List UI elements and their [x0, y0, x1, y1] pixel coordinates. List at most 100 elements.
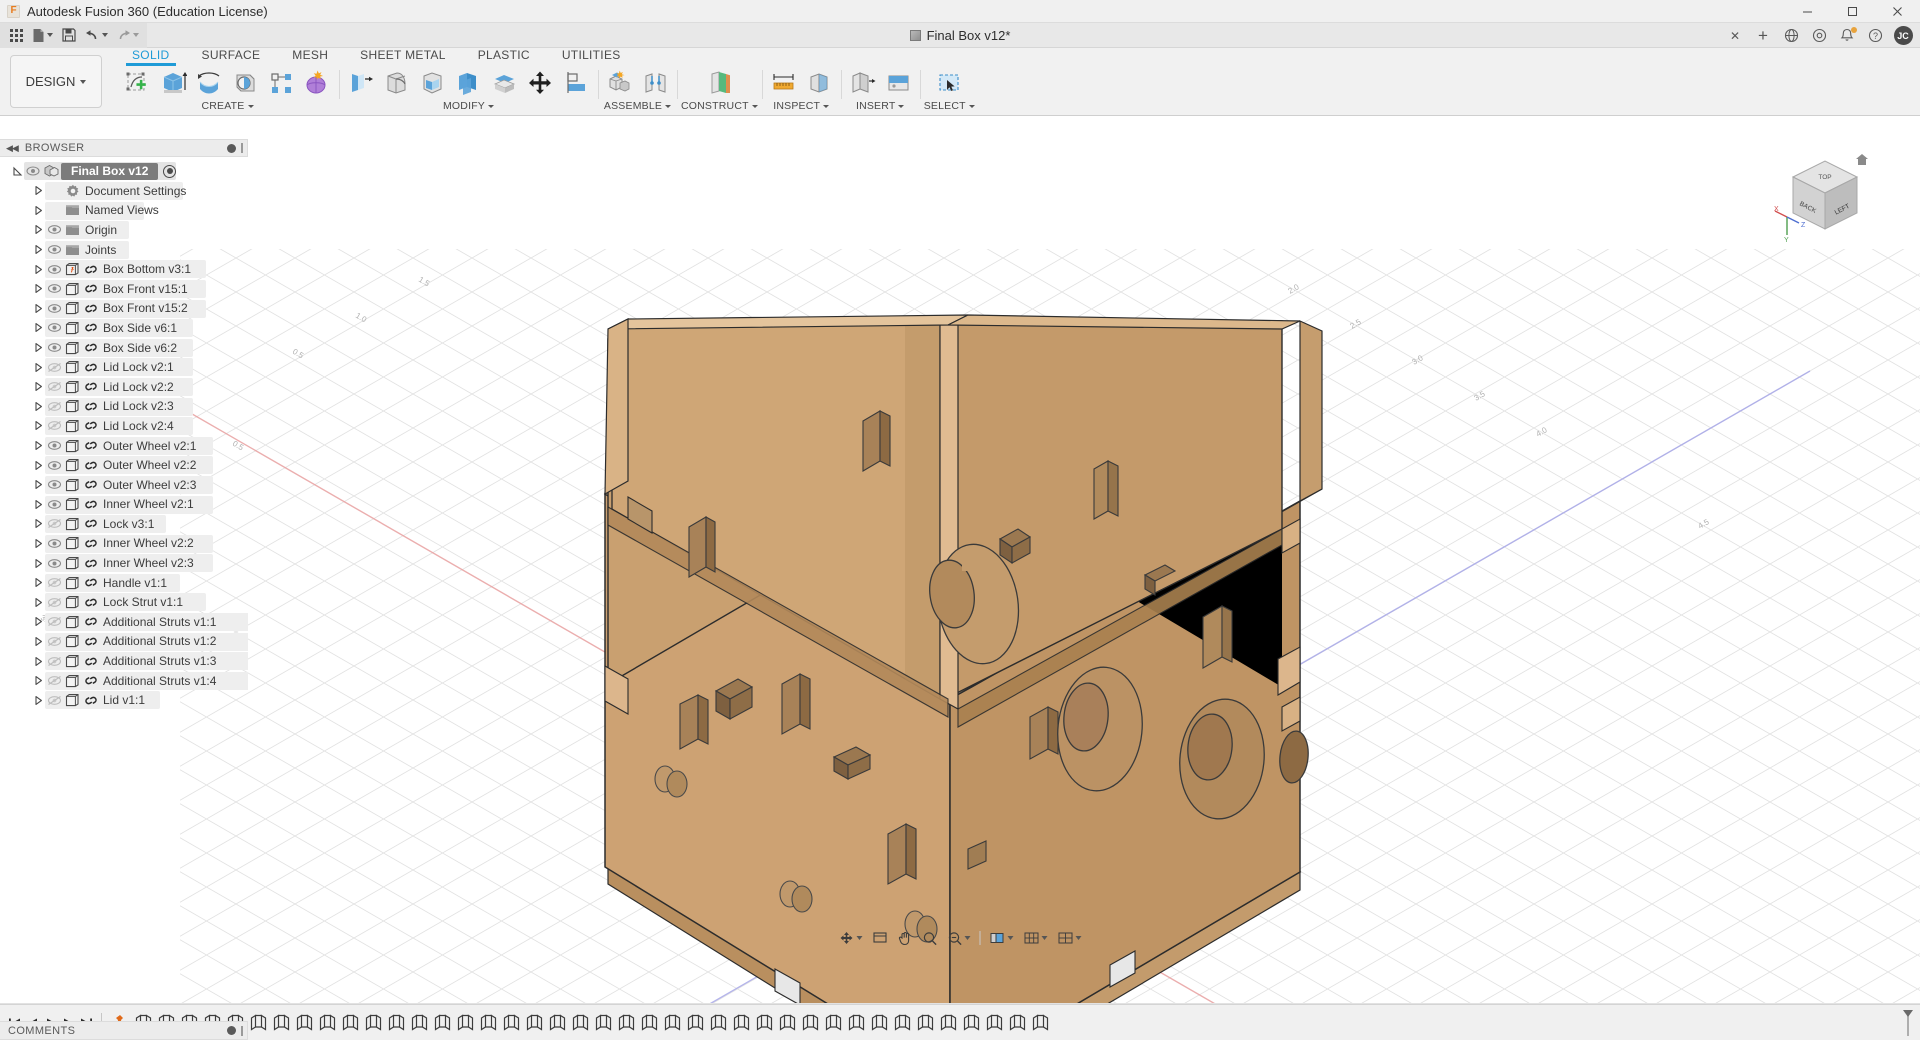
- timeline-feature-node[interactable]: [799, 1011, 822, 1035]
- ribbon-group-label-modify[interactable]: MODIFY: [443, 100, 495, 113]
- offset-face-icon[interactable]: [487, 67, 522, 100]
- expand-triangle-icon[interactable]: [31, 322, 45, 333]
- pattern-icon[interactable]: [264, 67, 299, 100]
- visibility-eye-icon[interactable]: [45, 460, 63, 471]
- close-button[interactable]: [1875, 0, 1920, 23]
- expand-triangle-icon[interactable]: [31, 695, 45, 706]
- panel-grip[interactable]: [241, 143, 243, 153]
- timeline-feature-node[interactable]: [638, 1011, 661, 1035]
- shell-icon[interactable]: [415, 67, 450, 100]
- visibility-eye-icon[interactable]: [45, 224, 63, 235]
- expand-triangle-icon[interactable]: [31, 420, 45, 431]
- align-icon[interactable]: [559, 67, 594, 100]
- insert-canvas-icon[interactable]: [881, 67, 916, 100]
- expand-triangle-icon[interactable]: [31, 440, 45, 451]
- timeline-feature-node[interactable]: [615, 1011, 638, 1035]
- tree-item-box-side-v6-2[interactable]: Box Side v6:2: [0, 338, 248, 358]
- expand-triangle-icon[interactable]: [31, 205, 45, 216]
- orbit-icon[interactable]: [835, 927, 867, 949]
- visibility-eye-icon[interactable]: [24, 166, 42, 176]
- question-icon[interactable]: ?: [1862, 23, 1888, 48]
- display-settings-icon[interactable]: [869, 927, 892, 949]
- tree-item-box-side-v6-1[interactable]: Box Side v6:1: [0, 318, 248, 338]
- create-sketch-icon[interactable]: [120, 67, 155, 100]
- browser-options-icon[interactable]: [227, 143, 236, 153]
- visibility-eye-off-icon[interactable]: [45, 401, 63, 412]
- tree-item-joints[interactable]: Joints: [0, 240, 248, 260]
- tree-item-box-front-v15-2[interactable]: Box Front v15:2: [0, 299, 248, 319]
- viewports-icon[interactable]: [1054, 927, 1086, 949]
- document-tab[interactable]: Final Box v12*: [898, 23, 1023, 48]
- activate-component-radio[interactable]: [163, 164, 177, 178]
- minimize-button[interactable]: [1785, 0, 1830, 23]
- visibility-eye-off-icon[interactable]: [45, 420, 63, 431]
- timeline-feature-node[interactable]: [937, 1011, 960, 1035]
- expand-triangle-icon[interactable]: [31, 656, 45, 667]
- tree-item-lock-strut-v1-1[interactable]: Lock Strut v1:1: [0, 592, 248, 612]
- expand-triangle-icon[interactable]: [31, 303, 45, 314]
- expand-triangle-icon[interactable]: [31, 577, 45, 588]
- timeline-feature-node[interactable]: [868, 1011, 891, 1035]
- measure-icon[interactable]: [766, 67, 801, 100]
- expand-triangle-icon[interactable]: [31, 597, 45, 608]
- draft-icon[interactable]: [451, 67, 486, 100]
- timeline-feature-node[interactable]: [730, 1011, 753, 1035]
- globe-icon[interactable]: [1778, 23, 1804, 48]
- expand-triangle-icon[interactable]: [31, 616, 45, 627]
- timeline-feature-node[interactable]: [385, 1011, 408, 1035]
- ribbon-group-label-inspect[interactable]: INSPECT: [773, 100, 830, 113]
- visibility-eye-icon[interactable]: [45, 499, 63, 510]
- visibility-eye-off-icon[interactable]: [45, 656, 63, 667]
- timeline-end-marker[interactable]: [1902, 1009, 1914, 1036]
- expand-triangle-icon[interactable]: [31, 460, 45, 471]
- visibility-eye-icon[interactable]: [45, 558, 63, 569]
- collapse-panel-icon[interactable]: ◀◀: [6, 143, 19, 154]
- tree-item-origin[interactable]: Origin: [0, 220, 248, 240]
- timeline-feature-node[interactable]: [707, 1011, 730, 1035]
- tab-mesh[interactable]: MESH: [276, 48, 344, 63]
- timeline-feature-node[interactable]: [500, 1011, 523, 1035]
- timeline-feature-node[interactable]: [845, 1011, 868, 1035]
- tree-item-outer-wheel-v2-1[interactable]: Outer Wheel v2:1: [0, 436, 248, 456]
- insert-derive-icon[interactable]: [845, 67, 880, 100]
- joint-icon[interactable]: [638, 67, 673, 100]
- zoom-icon[interactable]: [919, 927, 942, 949]
- tree-item-box-bottom-v3-1[interactable]: Box Bottom v3:1: [0, 259, 248, 279]
- press-pull-icon[interactable]: [343, 67, 378, 100]
- ribbon-group-label-insert[interactable]: INSERT: [856, 100, 905, 113]
- save-button[interactable]: [57, 23, 81, 48]
- visibility-eye-icon[interactable]: [45, 322, 63, 333]
- timeline-feature-node[interactable]: [592, 1011, 615, 1035]
- comments-panel-header[interactable]: COMMENTS: [0, 1021, 248, 1040]
- visibility-eye-off-icon[interactable]: [45, 518, 63, 529]
- new-tab-button[interactable]: +: [1750, 23, 1776, 48]
- tab-sheet-metal[interactable]: SHEET METAL: [344, 48, 462, 63]
- ribbon-group-label-create[interactable]: CREATE: [201, 100, 254, 113]
- fillet-icon[interactable]: [379, 67, 414, 100]
- tree-item-handle-v1-1[interactable]: Handle v1:1: [0, 573, 248, 593]
- ribbon-group-label-construct[interactable]: CONSTRUCT: [681, 100, 758, 113]
- redo-button[interactable]: [112, 23, 143, 48]
- help-circle-icon[interactable]: [1806, 23, 1832, 48]
- section-analysis-icon[interactable]: [802, 67, 837, 100]
- timeline-feature-node[interactable]: [293, 1011, 316, 1035]
- expand-triangle-icon[interactable]: [31, 558, 45, 569]
- pan-icon[interactable]: [894, 927, 917, 949]
- timeline-feature-node[interactable]: [247, 1011, 270, 1035]
- tree-item-inner-wheel-v2-2[interactable]: Inner Wheel v2:2: [0, 534, 248, 554]
- timeline-feature-node[interactable]: [822, 1011, 845, 1035]
- visibility-eye-icon[interactable]: [45, 479, 63, 490]
- new-document-button[interactable]: [28, 23, 57, 48]
- form-icon[interactable]: [300, 67, 335, 100]
- visibility-eye-icon[interactable]: [45, 283, 63, 294]
- expand-triangle-icon[interactable]: [31, 342, 45, 353]
- tree-item-box-front-v15-1[interactable]: Box Front v15:1: [0, 279, 248, 299]
- document-tab-close-button[interactable]: ✕: [1722, 23, 1748, 48]
- tab-solid[interactable]: SOLID: [116, 48, 186, 66]
- expand-triangle-icon[interactable]: [31, 381, 45, 392]
- expand-triangle-icon[interactable]: [10, 166, 24, 177]
- visibility-eye-off-icon[interactable]: [45, 675, 63, 686]
- tree-item-lid-lock-v2-1[interactable]: Lid Lock v2:1: [0, 357, 248, 377]
- timeline-feature-node[interactable]: [1006, 1011, 1029, 1035]
- timeline-feature-node[interactable]: [477, 1011, 500, 1035]
